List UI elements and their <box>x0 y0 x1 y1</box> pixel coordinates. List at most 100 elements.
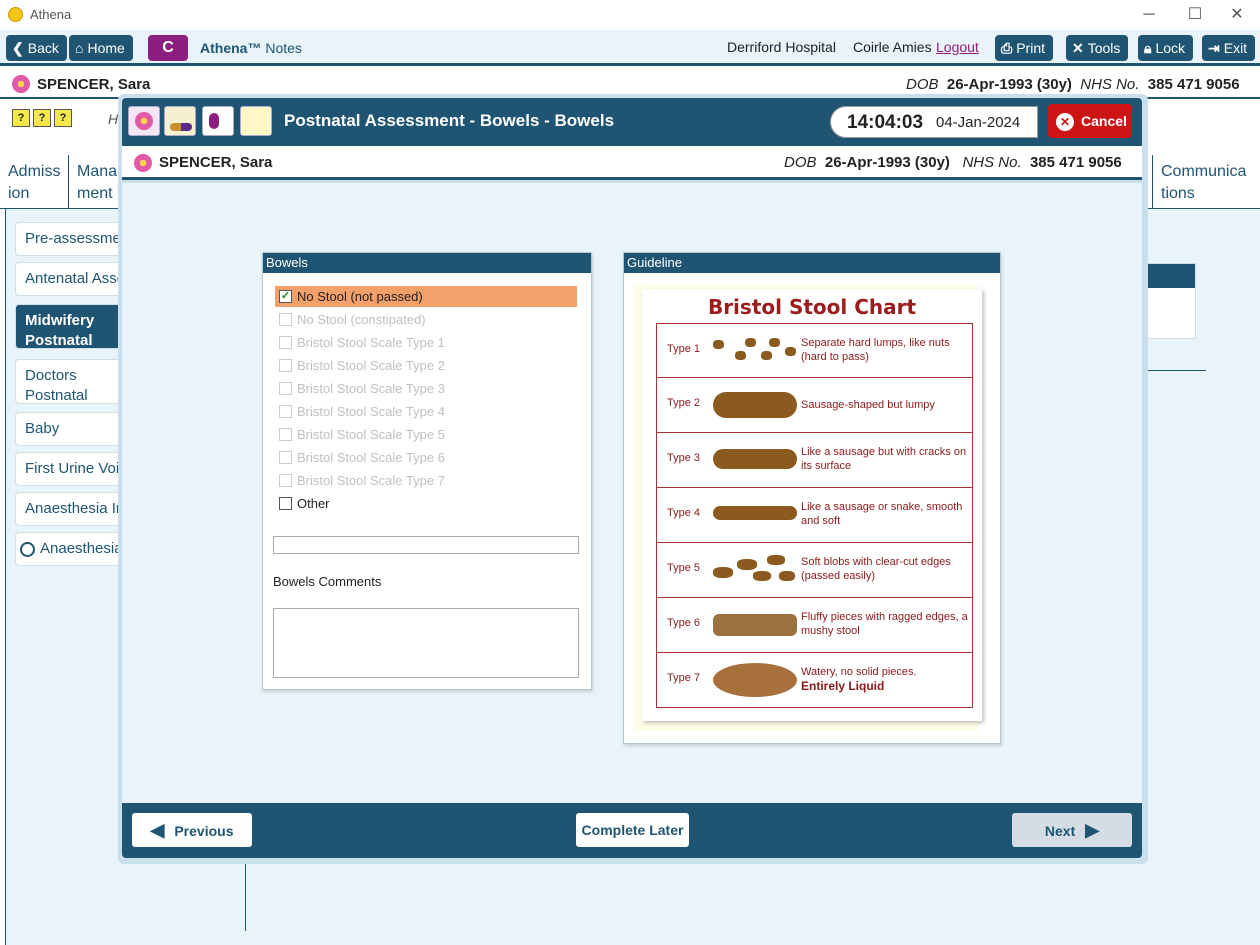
dialog-header: Postnatal Assessment - Bowels - Bowels 1… <box>122 98 1142 146</box>
postnatal-assessment-dialog: Postnatal Assessment - Bowels - Bowels 1… <box>118 94 1148 864</box>
stool-lump-shape <box>761 351 772 360</box>
c-badge-button[interactable]: C <box>148 35 188 61</box>
tools-label: Tools <box>1087 40 1121 56</box>
notes-icon[interactable] <box>240 106 272 136</box>
clock-display: 14:04:03 04-Jan-2024 <box>830 106 1038 138</box>
nhs-label: NHS No. <box>962 154 1022 171</box>
tools-button[interactable]: ✕ Tools <box>1066 35 1129 61</box>
stool-type-desc: Like a sausage or snake, smooth and soft <box>801 501 963 527</box>
checkbox-checked[interactable]: ✓ <box>279 290 292 304</box>
stool-type-label: Type 5 <box>667 562 701 574</box>
cancel-button[interactable]: ✕ Cancel <box>1048 104 1132 138</box>
home-button[interactable]: ⌂ Home <box>69 35 133 61</box>
help-icon[interactable]: ? <box>33 109 51 127</box>
bristol-stool-chart: Bristol Stool Chart Type 1 Separate hard… <box>634 285 982 731</box>
option-stool-type-6: Bristol Stool Scale Type 6 <box>275 447 577 468</box>
minimize-button[interactable]: ─ <box>1126 4 1172 26</box>
stool-lump-shape <box>745 338 756 347</box>
chevron-left-icon: ❮ <box>12 40 24 56</box>
stool-type-row-6: Type 6 Fluffy pieces with ragged edges, … <box>656 598 973 653</box>
help-icons: ??? <box>12 108 75 127</box>
guideline-panel-header: Guideline <box>624 253 1000 273</box>
tools-icon: ✕ <box>1072 40 1084 56</box>
option-label: Bristol Stool Scale Type 3 <box>297 381 445 396</box>
stool-type-label: Type 3 <box>667 452 701 464</box>
nhs-value: 385 471 9056 <box>1147 76 1240 93</box>
help-list-icon[interactable]: ? <box>12 109 30 127</box>
patient-demographics: DOB 26-Apr-1993 (30y) NHS No. 385 471 90… <box>784 154 1122 171</box>
other-text-input[interactable] <box>273 536 579 554</box>
help-page-icon[interactable]: ? <box>54 109 72 127</box>
close-window-button[interactable]: ✕ <box>1214 4 1260 26</box>
option-stool-type-4: Bristol Stool Scale Type 4 <box>275 401 577 422</box>
maximize-button[interactable]: ☐ <box>1172 4 1218 26</box>
exit-icon: ⇥ <box>1208 40 1220 56</box>
dob-label: DOB <box>906 76 939 93</box>
cancel-label: Cancel <box>1081 113 1127 129</box>
flower-tab-icon[interactable] <box>128 106 160 136</box>
dialog-body: Bowels ✓ No Stool (not passed) No Stool (… <box>122 183 1142 803</box>
window-titlebar: Athena ─ ☐ ✕ <box>0 0 1260 30</box>
option-label: No Stool (constipated) <box>297 312 426 327</box>
stool-lumpy-sausage-shape <box>713 392 797 418</box>
back-label: Back <box>27 40 59 56</box>
logout-link[interactable]: Logout <box>936 39 979 55</box>
tab-communications[interactable]: Communica tions <box>1152 155 1256 209</box>
stool-blob-shape <box>737 559 757 570</box>
option-stool-type-2: Bristol Stool Scale Type 2 <box>275 355 577 376</box>
stool-type-label: Type 6 <box>667 617 701 629</box>
back-button[interactable]: ❮ Back <box>6 35 67 61</box>
checkbox[interactable] <box>279 497 292 511</box>
guideline-panel: Guideline Bristol Stool Chart Type 1 Sep… <box>623 252 1001 744</box>
flower-icon <box>12 75 30 93</box>
checkbox <box>279 451 292 465</box>
nhs-value: 385 471 9056 <box>1029 154 1122 171</box>
exit-button[interactable]: ⇥ Exit <box>1202 35 1256 61</box>
lock-button[interactable]: 🔒︎ Lock <box>1138 35 1194 61</box>
nhs-label: NHS No. <box>1080 76 1140 93</box>
option-no-stool-not-passed[interactable]: ✓ No Stool (not passed) <box>275 286 577 307</box>
previous-label: Previous <box>174 823 234 839</box>
complete-later-button[interactable]: Complete Later <box>576 813 689 847</box>
stool-type-desc: Like a sausage but with cracks on its su… <box>801 446 967 472</box>
home-icon: ⌂ <box>75 40 84 56</box>
medication-icon[interactable] <box>164 106 196 136</box>
next-button[interactable]: Next ▶ <box>1012 813 1132 847</box>
background-vline <box>245 859 246 931</box>
stool-lump-shape <box>735 351 746 360</box>
hospital-name: Derriford Hospital <box>727 39 836 55</box>
background-h-text: H <box>108 111 119 127</box>
tab-admission[interactable]: Admiss ion <box>0 155 69 209</box>
option-other[interactable]: Other <box>275 493 577 514</box>
checkbox <box>279 313 292 327</box>
stool-lump-shape <box>785 347 796 356</box>
option-label: Other <box>297 496 330 511</box>
mother-shape <box>209 113 219 129</box>
current-time: 14:04:03 <box>847 112 924 133</box>
stool-type-row-1: Type 1 Separate hard lumps, like nuts (h… <box>656 323 973 378</box>
brand-suffix: Notes <box>265 40 302 56</box>
option-stool-type-1: Bristol Stool Scale Type 1 <box>275 332 577 353</box>
stool-liquid-shape <box>713 663 797 697</box>
option-label: No Stool (not passed) <box>297 289 423 304</box>
stool-type-desc: Fluffy pieces with ragged edges, a mushy… <box>801 611 968 637</box>
stool-blob-shape <box>779 571 795 581</box>
stool-type-label: Type 2 <box>667 397 701 409</box>
print-button[interactable]: ⎙ Print <box>995 35 1053 61</box>
stool-type-row-4: Type 4 Like a sausage or snake, smooth a… <box>656 488 973 543</box>
patient-name: SPENCER, Sara <box>159 154 273 171</box>
stool-chart-card: Bristol Stool Chart Type 1 Separate hard… <box>642 289 982 721</box>
bowels-comments-input[interactable] <box>273 608 579 678</box>
previous-button[interactable]: ◀ Previous <box>132 813 252 847</box>
next-label: Next <box>1044 823 1076 839</box>
stool-type-row-3: Type 3 Like a sausage but with cracks on… <box>656 433 973 488</box>
stool-type-label: Type 4 <box>667 507 701 519</box>
home-label: Home <box>87 40 125 56</box>
flower-icon <box>134 154 152 172</box>
option-stool-type-3: Bristol Stool Scale Type 3 <box>275 378 577 399</box>
stool-type-desc-text: Watery, no solid pieces. <box>801 666 917 678</box>
mother-baby-icon[interactable] <box>202 106 234 136</box>
lock-label: Lock <box>1155 40 1186 56</box>
dob-label: DOB <box>784 154 817 171</box>
stool-type-desc: Soft blobs with clear-cut edges (passed … <box>801 556 951 582</box>
